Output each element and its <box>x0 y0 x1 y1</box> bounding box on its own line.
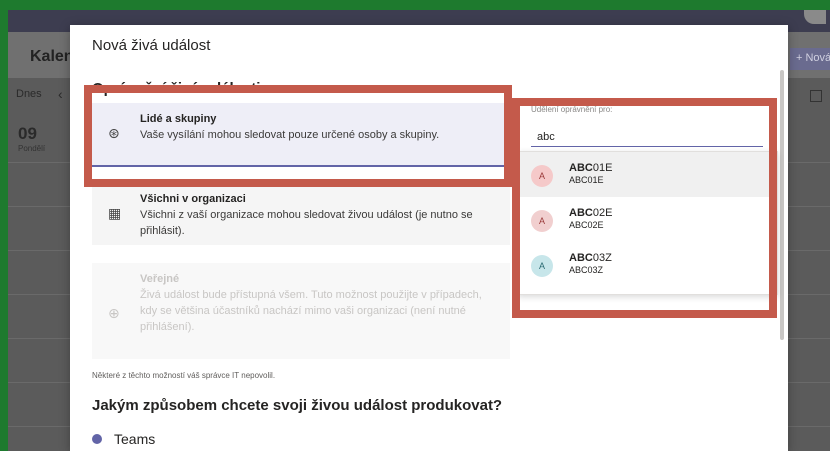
chevron-left-icon: ‹ <box>58 86 63 102</box>
building-icon: ▦ <box>108 205 122 221</box>
name-match: ABC <box>569 162 593 174</box>
name-rest: 03Z <box>592 252 612 264</box>
avatar: A <box>531 165 553 187</box>
date-number: 09 <box>18 124 37 143</box>
suggestion-name: ABC02E <box>569 207 777 219</box>
option-description: Všichni z vaší organizace mohou sledovat… <box>140 209 473 237</box>
user-avatar <box>804 10 826 24</box>
option-everyone-in-org[interactable]: ▦ Všichni v organizaci Všichni z vaší or… <box>92 183 510 245</box>
dialog-scrollbar[interactable] <box>780 70 784 340</box>
suggestion-sub: ABC02E <box>569 220 604 230</box>
suggestion-sub: ABC03Z <box>569 265 604 275</box>
option-description: Vaše vysílání mohou sledovat pouze určen… <box>140 129 440 141</box>
suggestion-sub: ABC01E <box>569 175 604 185</box>
name-match: ABC <box>569 207 593 219</box>
avatar: A <box>531 255 553 277</box>
suggestion-item[interactable]: A ABC01E ABC01E <box>519 152 777 197</box>
people-group-icon: ⊛ <box>108 125 120 141</box>
new-meeting-button: + Nová <box>790 48 830 70</box>
grant-search-input[interactable] <box>531 127 763 147</box>
radio-teams[interactable]: Teams <box>92 431 155 447</box>
date-day: Pondělí <box>18 144 46 153</box>
section-title: Oprávnění živé události <box>92 80 261 97</box>
option-title: Lidé a skupiny <box>140 113 217 125</box>
name-match: ABC <box>569 252 593 264</box>
avatar: A <box>531 210 553 232</box>
option-people-and-groups[interactable]: ⊛ Lidé a skupiny Vaše vysílání mohou sle… <box>92 103 510 167</box>
option-public: ⊕ Veřejné Živá událost bude přístupná vš… <box>92 263 510 359</box>
suggestion-name: ABC03Z <box>569 252 777 264</box>
grant-permission-label: Udělení oprávnění pro: <box>531 105 613 114</box>
produce-title: Jakým způsobem chcete svoji živou událos… <box>92 397 503 414</box>
name-rest: 02E <box>592 207 613 219</box>
suggestion-name: ABC01E <box>569 162 777 174</box>
calendar-icon <box>810 90 822 102</box>
admin-note: Některé z těchto možností váš správce IT… <box>92 371 276 380</box>
suggestion-list: A ABC01E ABC01E A ABC02E ABC02E A ABC03Z… <box>518 151 778 295</box>
option-title: Veřejné <box>140 273 180 285</box>
suggestion-item[interactable]: A ABC03Z ABC03Z <box>519 242 777 287</box>
calendar-nav: Dnes ‹ <box>8 86 68 106</box>
name-rest: 01E <box>592 162 613 174</box>
option-description: Živá událost bude přístupná všem. Tuto m… <box>140 289 482 333</box>
suggestion-item[interactable]: A ABC02E ABC02E <box>519 197 777 242</box>
option-title: Všichni v organizaci <box>140 193 246 205</box>
radio-label: Teams <box>114 431 156 447</box>
today-button: Dnes <box>16 88 42 100</box>
globe-icon: ⊕ <box>108 305 120 321</box>
new-live-event-dialog: Nová živá událost Oprávnění živé událost… <box>70 25 788 451</box>
radio-selected-icon <box>92 434 102 444</box>
dialog-title: Nová živá událost <box>92 37 211 54</box>
